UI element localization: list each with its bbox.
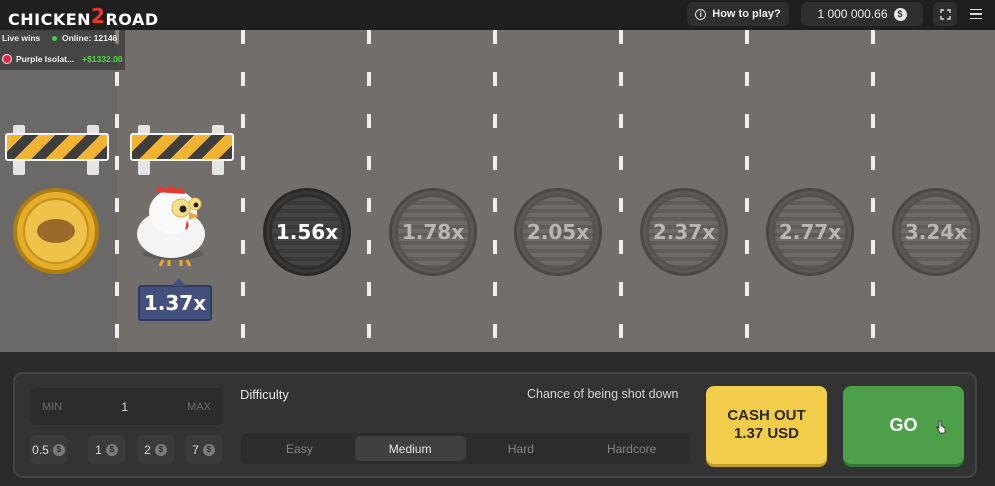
game-logo: CHICKEN2ROAD [8,4,159,29]
live-wins-panel: Live wins Online: 12146 Purple Isolat...… [0,30,125,70]
chicken-icon [137,186,205,267]
dollar-coin-icon: $ [202,443,215,456]
quick-bet-button[interactable]: 0.5 $ [30,435,67,464]
lane-multiplier: 2.05x [526,220,590,244]
live-wins-label: Live wins [2,33,41,43]
how-to-play-button[interactable]: i How to play? [687,2,789,26]
dollar-coin-icon: $ [893,7,907,21]
lane-divider [115,30,119,352]
barrier [130,125,234,177]
chance-label: Chance of being shot down [527,387,679,401]
lane-multiplier: 1.56x [275,220,339,244]
dollar-coin-icon: $ [52,443,65,456]
bet-value[interactable]: 1 [121,400,128,414]
recent-win-amount: +$1332.00 [82,54,123,64]
fullscreen-button[interactable] [933,2,957,26]
quick-bet-button[interactable]: 2 $ [137,435,174,464]
how-to-play-label: How to play? [712,8,781,20]
difficulty-label: Difficulty [240,387,289,402]
lane-manhole: 2.37x [640,188,728,276]
cash-out-button[interactable]: CASH OUT 1.37 USD [706,386,827,464]
lane-divider [493,30,497,352]
balance-value: 1 000 000.66 [817,7,888,21]
lane-manhole: 2.77x [766,188,854,276]
lane-divider [619,30,623,352]
hand-cursor-icon [936,420,946,434]
lane-divider [241,30,245,352]
barrier [5,125,109,177]
difficulty-easy[interactable]: Easy [244,436,355,461]
difficulty-selector: Easy Medium Hard Hardcore [241,433,690,464]
current-multiplier-tag: 1.37x [138,278,212,321]
player-avatar [2,54,12,64]
expand-icon [939,8,951,20]
lane-divider [367,30,371,352]
lane-multiplier: 3.24x [904,220,968,244]
recent-win-row: Purple Isolat... +$1332.00 [2,54,123,64]
lane-multiplier: 2.77x [778,220,842,244]
lane-manhole: 3.24x [892,188,980,276]
min-button[interactable]: MIN [42,401,62,413]
cash-out-label: CASH OUT [727,407,806,424]
bet-amount-input[interactable]: MIN 1 MAX [30,388,223,425]
online-count: Online: 12146 [52,33,117,43]
difficulty-medium[interactable]: Medium [354,436,466,461]
top-bar: CHICKEN2ROAD i How to play? 1 000 000.66… [0,0,995,30]
recent-player-name: Purple Isolat... [16,54,75,64]
online-dot-icon [52,36,57,41]
info-icon: i [695,8,707,20]
dollar-coin-icon: $ [154,443,167,456]
lane-divider [871,30,875,352]
difficulty-hard[interactable]: Hard [466,436,577,461]
menu-button[interactable] [964,4,988,24]
lane-manhole[interactable]: 1.56x [263,188,351,276]
lane-multiplier: 2.37x [652,220,716,244]
hamburger-icon [970,8,982,11]
lane-manhole: 1.78x [389,188,477,276]
cash-out-amount: 1.37 USD [733,425,800,442]
dollar-coin-icon: $ [105,443,118,456]
lane-multiplier: 1.78x [401,220,465,244]
balance-display: 1 000 000.66 $ [801,2,923,26]
lane-divider [745,30,749,352]
quick-bet-button[interactable]: 1 $ [88,435,125,464]
roast-chicken-coin-icon [13,188,99,274]
quick-bet-button[interactable]: 7 $ [185,435,222,464]
lane-manhole: 2.05x [514,188,602,276]
max-button[interactable]: MAX [187,401,211,413]
difficulty-hardcore[interactable]: Hardcore [576,436,687,461]
